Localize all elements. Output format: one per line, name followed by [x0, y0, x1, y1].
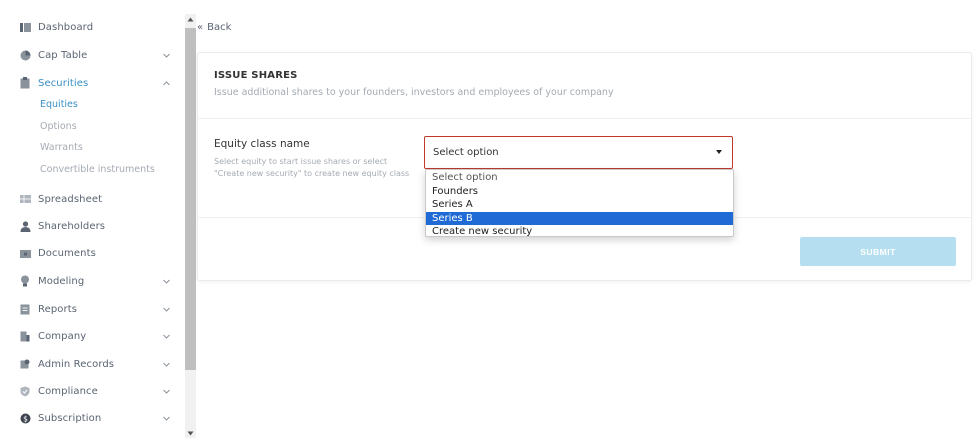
sidebar-item-label: Spreadsheet: [38, 193, 103, 205]
sidebar-item-label: Cap Table: [38, 49, 88, 61]
sidebar-item-label: Dashboard: [38, 21, 94, 33]
scroll-up-arrow-icon[interactable]: [185, 14, 196, 24]
sidebar-item-label: Documents: [38, 247, 96, 259]
chevron-down-icon: [161, 304, 171, 314]
sidebar-item-company[interactable]: Company: [0, 325, 185, 347]
equity-class-label: Equity class name: [214, 138, 310, 150]
sidebar-item-label: Shareholders: [38, 220, 106, 232]
chevron-up-icon: [161, 78, 171, 88]
card-title: ISSUE SHARES: [214, 70, 298, 81]
sidebar: Dashboard Cap Table Securities Equities …: [0, 0, 185, 443]
submit-button[interactable]: SUBMIT: [800, 237, 956, 266]
app-root: Dashboard Cap Table Securities Equities …: [0, 0, 975, 443]
sidebar-item-subscription[interactable]: $ Subscription: [0, 407, 185, 429]
sidebar-subitem-warrants[interactable]: Warrants: [40, 139, 83, 155]
sidebar-item-label: Subscription: [38, 412, 102, 424]
back-label: Back: [207, 22, 232, 33]
option-create-new-security[interactable]: Create new security: [426, 225, 733, 239]
sidebar-item-documents[interactable]: Documents: [0, 242, 185, 264]
chevron-down-icon: [161, 413, 171, 423]
scroll-down-arrow-icon[interactable]: [185, 428, 196, 438]
double-chevron-left-icon: «: [197, 22, 204, 33]
sidebar-item-reports[interactable]: Reports: [0, 298, 185, 320]
sidebar-scrollbar[interactable]: [185, 14, 196, 438]
chevron-down-icon: [161, 386, 171, 396]
pie-chart-icon: [19, 49, 31, 61]
person-icon: [19, 220, 31, 232]
equity-class-dropdown: Select option Founders Series A Series B…: [425, 169, 734, 237]
equity-class-help-text: Select equity to start issue shares or s…: [214, 157, 410, 178]
chevron-down-icon: [161, 359, 171, 369]
equity-class-select[interactable]: Select option: [424, 136, 733, 169]
sidebar-item-label: Modeling: [38, 275, 85, 287]
admin-records-icon: [19, 358, 31, 370]
sidebar-item-label: Company: [38, 330, 87, 342]
sidebar-item-cap-table[interactable]: Cap Table: [0, 44, 185, 66]
sidebar-subitem-equities[interactable]: Equities: [40, 96, 78, 112]
sidebar-item-label: Reports: [38, 303, 78, 315]
folder-icon: [19, 247, 31, 259]
sidebar-item-shareholders[interactable]: Shareholders: [0, 215, 185, 237]
option-founders[interactable]: Founders: [426, 185, 733, 199]
sidebar-item-label: Admin Records: [38, 358, 115, 370]
spreadsheet-icon: [19, 193, 31, 205]
card-subtitle: Issue additional shares to your founders…: [214, 87, 614, 98]
sidebar-item-label: Compliance: [38, 385, 98, 397]
option-select-option[interactable]: Select option: [426, 171, 733, 185]
sidebar-item-modeling[interactable]: Modeling: [0, 270, 185, 292]
divider: [198, 118, 971, 119]
svg-text:$: $: [23, 414, 28, 423]
sidebar-item-admin-records[interactable]: Admin Records: [0, 353, 185, 375]
sidebar-item-compliance[interactable]: Compliance: [0, 380, 185, 402]
sidebar-item-spreadsheet[interactable]: Spreadsheet: [0, 188, 185, 210]
dollar-circle-icon: $: [19, 412, 31, 424]
scrollbar-thumb[interactable]: [185, 28, 196, 370]
sidebar-item-dashboard[interactable]: Dashboard: [0, 16, 185, 38]
sidebar-item-label: Securities: [38, 77, 89, 89]
chevron-down-icon: [161, 276, 171, 286]
sidebar-subitem-options[interactable]: Options: [40, 118, 77, 134]
shield-check-icon: [19, 385, 31, 397]
chevron-down-icon: [161, 50, 171, 60]
building-icon: [19, 330, 31, 342]
clipboard-icon: [19, 77, 31, 89]
chevron-down-icon: [161, 331, 171, 341]
sidebar-item-securities[interactable]: Securities: [0, 72, 185, 94]
option-series-a[interactable]: Series A: [426, 198, 733, 212]
dashboard-icon: [19, 21, 31, 33]
option-series-b[interactable]: Series B: [426, 211, 733, 225]
sidebar-subitem-convertible-instruments[interactable]: Convertible instruments: [40, 161, 155, 177]
caret-down-icon: [716, 150, 722, 154]
report-icon: [19, 303, 31, 315]
select-value: Select option: [433, 147, 499, 158]
lightbulb-icon: [19, 275, 31, 287]
back-link[interactable]: « Back: [197, 22, 231, 33]
